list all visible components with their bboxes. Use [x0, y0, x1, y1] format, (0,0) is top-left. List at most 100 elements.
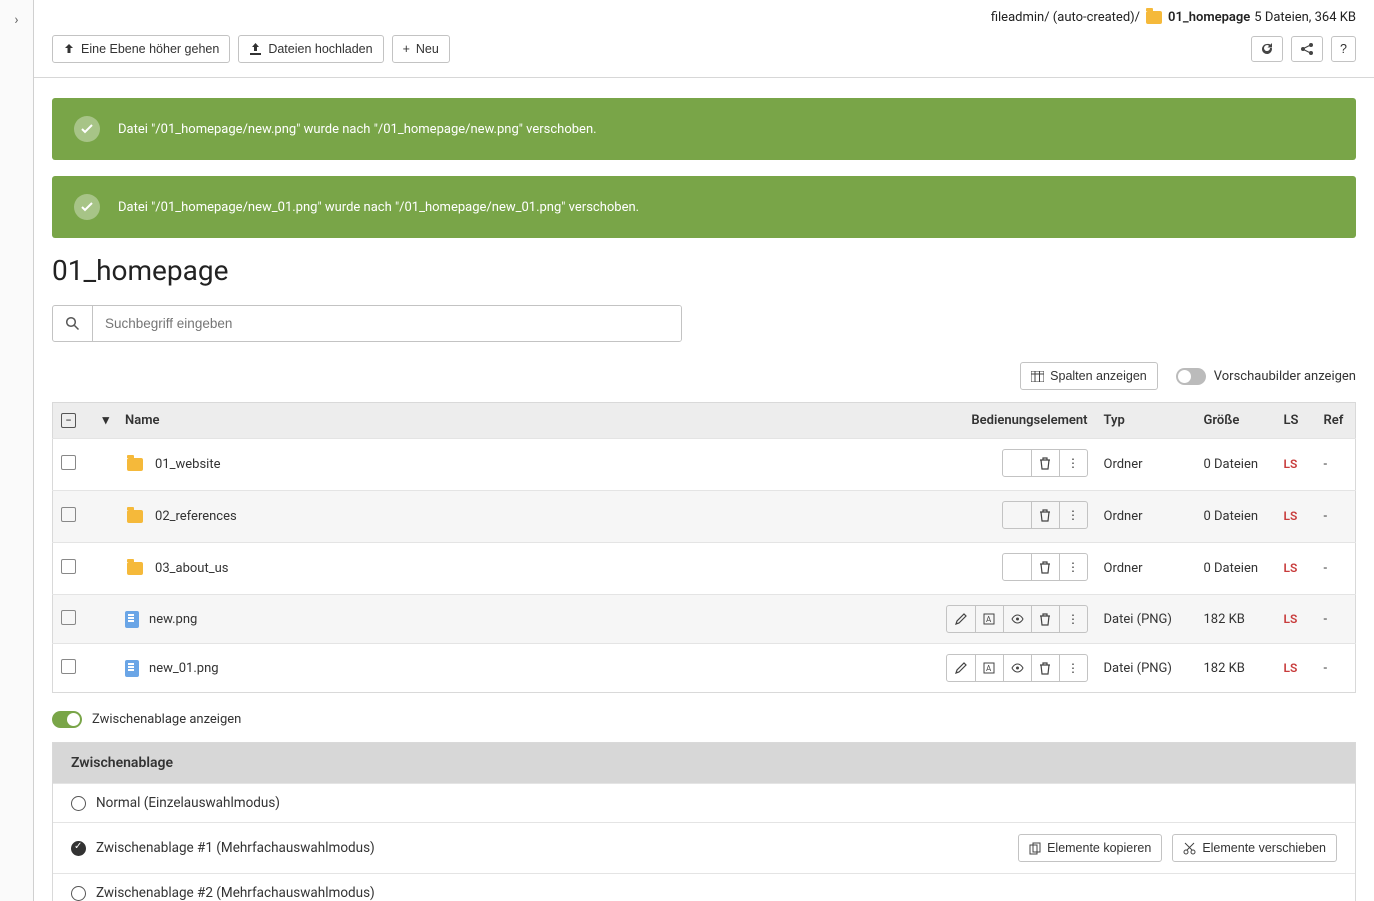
file-name[interactable]: new.png [149, 612, 197, 627]
folder-icon [127, 562, 143, 575]
up-button[interactable]: Eine Ebene höher gehen [52, 35, 230, 63]
row-actions: A⋮ [946, 605, 1088, 633]
table-row: new_01.pngA⋮Datei (PNG)182 KBLS- [53, 644, 1356, 693]
file-size: 0 Dateien [1196, 543, 1276, 595]
help-button[interactable]: ? [1331, 36, 1356, 62]
view-button[interactable] [1003, 606, 1031, 632]
delete-button[interactable] [1031, 450, 1059, 476]
thumbnails-label: Vorschaubilder anzeigen [1214, 369, 1356, 384]
delete-button[interactable] [1031, 606, 1059, 632]
ref-count: - [1316, 644, 1356, 693]
copy-elements-button[interactable]: Elemente kopieren [1018, 834, 1162, 862]
col-type[interactable]: Typ [1096, 403, 1196, 439]
search-icon[interactable] [53, 306, 93, 341]
clipboard-mode-radio[interactable] [71, 886, 86, 901]
more-button[interactable]: ⋮ [1059, 502, 1087, 528]
new-button[interactable]: + Neu [392, 35, 450, 63]
refresh-button[interactable] [1251, 36, 1283, 62]
table-row: 02_references⋮Ordner0 DateienLS- [53, 491, 1356, 543]
clipboard-toggle[interactable] [52, 711, 82, 728]
more-button[interactable]: ⋮ [1059, 450, 1087, 476]
clipboard-mode-row[interactable]: Normal (Einzelauswahlmodus) [53, 783, 1355, 822]
collapsed-sidebar: › [0, 0, 34, 901]
ls-badge: LS [1284, 661, 1298, 675]
row-actions: ⋮ [1002, 553, 1088, 581]
more-button[interactable]: ⋮ [1059, 554, 1087, 580]
file-name[interactable]: 01_website [155, 457, 220, 472]
share-button[interactable] [1291, 36, 1323, 62]
file-name[interactable]: 02_references [155, 509, 237, 524]
clipboard-header: Zwischenablage [53, 743, 1355, 783]
folder-icon [1146, 11, 1162, 24]
col-ref: Ref [1316, 403, 1356, 439]
row-checkbox[interactable] [61, 610, 76, 625]
upload-icon [249, 43, 262, 55]
clipboard-mode-row[interactable]: Zwischenablage #1 (Mehrfachauswahlmodus)… [53, 822, 1355, 873]
edit-button[interactable] [947, 606, 975, 632]
move-elements-button[interactable]: Elemente verschieben [1172, 834, 1337, 862]
col-ls: LS [1276, 403, 1316, 439]
search-box [52, 305, 682, 342]
delete-button[interactable] [1031, 502, 1059, 528]
more-button[interactable]: ⋮ [1059, 655, 1087, 681]
success-alert: Datei "/01_homepage/new.png" wurde nach … [52, 98, 1356, 160]
expand-sidebar-icon[interactable]: › [14, 12, 18, 28]
col-ctrl: Bedienungselement [938, 403, 1096, 439]
file-size: 182 KB [1196, 595, 1276, 644]
columns-button[interactable]: Spalten anzeigen [1020, 362, 1158, 390]
columns-icon [1031, 371, 1044, 382]
thumbnails-toggle[interactable] [1176, 368, 1206, 385]
metadata-button[interactable]: A [975, 606, 1003, 632]
delete-button[interactable] [1031, 655, 1059, 681]
check-icon [74, 194, 100, 220]
row-checkbox[interactable] [61, 507, 76, 522]
svg-text:A: A [986, 664, 992, 673]
breadcrumb-meta: 5 Dateien, 364 KB [1254, 10, 1356, 25]
check-icon [74, 116, 100, 142]
row-checkbox[interactable] [61, 659, 76, 674]
alert-text: Datei "/01_homepage/new_01.png" wurde na… [118, 200, 639, 215]
col-size[interactable]: Größe [1196, 403, 1276, 439]
file-size: 182 KB [1196, 644, 1276, 693]
clipboard-mode-radio[interactable] [71, 796, 86, 811]
clipboard-mode-row[interactable]: Zwischenablage #2 (Mehrfachauswahlmodus) [53, 873, 1355, 901]
search-input[interactable] [93, 306, 681, 341]
clipboard-panel: Zwischenablage Normal (Einzelauswahlmodu… [52, 742, 1356, 901]
breadcrumb-current: 01_homepage [1168, 10, 1250, 25]
col-name[interactable]: Name [117, 403, 937, 439]
success-alert: Datei "/01_homepage/new_01.png" wurde na… [52, 176, 1356, 238]
svg-text:A: A [986, 615, 992, 624]
file-name[interactable]: 03_about_us [155, 561, 228, 576]
row-checkbox[interactable] [61, 455, 76, 470]
row-checkbox[interactable] [61, 559, 76, 574]
metadata-button[interactable]: A [975, 655, 1003, 681]
sort-dropdown-icon[interactable]: ▾ [103, 413, 110, 428]
folder-icon [127, 458, 143, 471]
table-row: 03_about_us⋮Ordner0 DateienLS- [53, 543, 1356, 595]
upload-button[interactable]: Dateien hochladen [238, 35, 383, 63]
copy-icon [1029, 842, 1041, 855]
file-type: Ordner [1096, 491, 1196, 543]
file-type: Ordner [1096, 439, 1196, 491]
alert-text: Datei "/01_homepage/new.png" wurde nach … [118, 122, 597, 137]
more-button[interactable]: ⋮ [1059, 606, 1087, 632]
clipboard-mode-label: Zwischenablage #1 (Mehrfachauswahlmodus) [96, 840, 375, 856]
page-title: 01_homepage [52, 254, 1356, 287]
file-type: Ordner [1096, 543, 1196, 595]
view-button[interactable] [1003, 655, 1031, 681]
clipboard-mode-radio[interactable] [71, 841, 86, 856]
plus-icon: + [403, 42, 410, 56]
ref-count: - [1316, 439, 1356, 491]
edit-button[interactable] [947, 655, 975, 681]
delete-button[interactable] [1031, 554, 1059, 580]
ref-count: - [1316, 543, 1356, 595]
select-all-checkbox[interactable]: − [61, 413, 76, 428]
breadcrumb: fileadmin/ (auto-created)/ 01_homepage 5… [34, 0, 1374, 25]
row-actions: A⋮ [946, 654, 1088, 682]
table-row: 01_website⋮Ordner0 DateienLS- [53, 439, 1356, 491]
help-icon: ? [1340, 42, 1347, 56]
file-name[interactable]: new_01.png [149, 661, 219, 676]
breadcrumb-root[interactable]: fileadmin/ (auto-created)/ [991, 10, 1140, 25]
table-row: new.pngA⋮Datei (PNG)182 KBLS- [53, 595, 1356, 644]
ls-badge: LS [1284, 457, 1298, 471]
